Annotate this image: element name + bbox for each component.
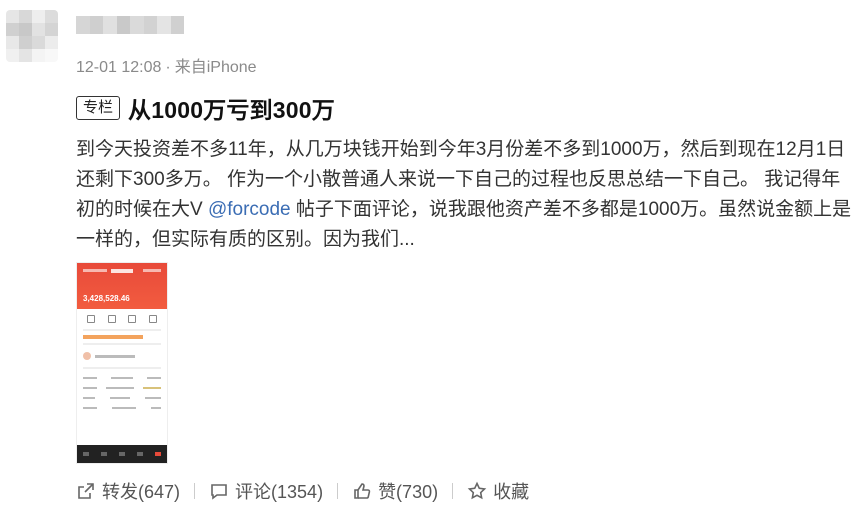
- username-blurred[interactable]: [76, 16, 184, 34]
- repost-button[interactable]: 转发(647): [76, 478, 180, 504]
- favorite-button[interactable]: 收藏: [467, 478, 529, 504]
- star-icon: [467, 481, 487, 500]
- comment-icon: [211, 484, 227, 500]
- user-mention-link[interactable]: @forcode: [208, 199, 291, 220]
- comment-label: 评论(1354): [235, 482, 324, 502]
- image-icon-row: [77, 309, 167, 325]
- comment-button[interactable]: 评论(1354): [209, 478, 323, 504]
- repost-label: 转发(647): [102, 482, 181, 502]
- column-tag: 专栏: [76, 96, 121, 120]
- post-content[interactable]: 到今天投资差不多11年，从几万块钱开始到今年3月份差不多到1000万，然后到现在…: [76, 135, 856, 255]
- post-meta: 12-01 12:08 · 来自iPhone: [76, 53, 257, 77]
- post-source: 来自iPhone: [174, 59, 257, 76]
- divider: [452, 483, 454, 499]
- avatar[interactable]: [6, 10, 58, 62]
- image-bottom-tabbar: [77, 445, 167, 463]
- post-title[interactable]: 从1000万亏到300万: [128, 91, 335, 125]
- divider: [337, 483, 339, 499]
- post-title-row[interactable]: 专栏 从1000万亏到300万: [76, 91, 335, 125]
- post-image-thumbnail[interactable]: 3,428,528.46: [76, 262, 168, 464]
- thumbs-up-icon: [354, 483, 371, 499]
- post-time[interactable]: 12-01 12:08: [76, 59, 161, 76]
- post-action-bar: 转发(647) 评论(1354) 赞(730) 收藏: [76, 478, 529, 504]
- share-icon: [78, 483, 94, 499]
- favorite-label: 收藏: [493, 482, 530, 502]
- divider: [194, 483, 196, 499]
- like-button[interactable]: 赞(730): [352, 478, 438, 504]
- meta-separator: ·: [165, 59, 171, 76]
- image-header-red: 3,428,528.46: [77, 263, 167, 309]
- image-amount-text: 3,428,528.46: [83, 294, 130, 303]
- like-label: 赞(730): [378, 482, 439, 502]
